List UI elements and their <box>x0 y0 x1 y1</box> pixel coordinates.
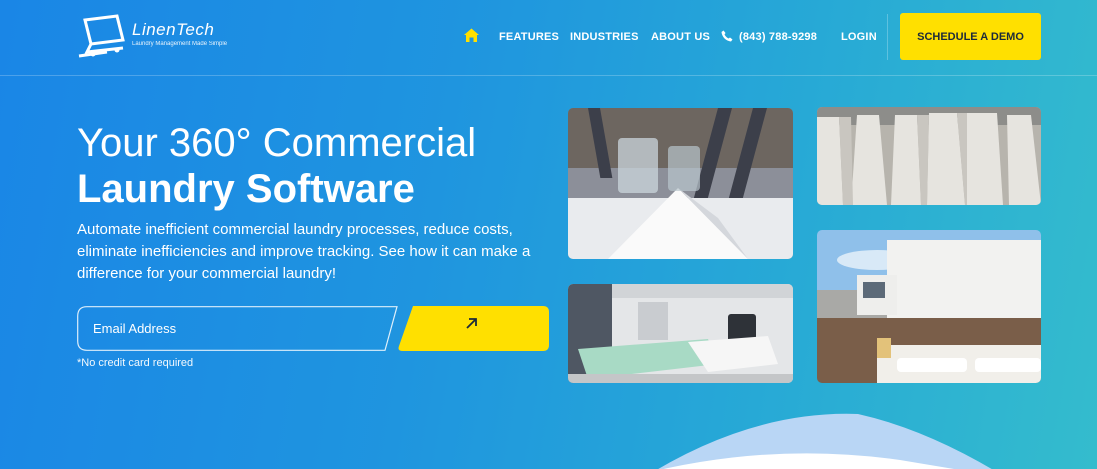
hanging-linens-image <box>817 107 1041 205</box>
logo[interactable]: LinenTech Laundry Management Made Simple <box>77 14 257 60</box>
schedule-demo-button[interactable]: SCHEDULE A DEMO <box>900 13 1041 60</box>
hero-title-line2: Laundry Software <box>77 167 415 211</box>
home-icon[interactable] <box>463 27 480 44</box>
no-credit-card-note: *No credit card required <box>77 357 194 369</box>
nav-login[interactable]: LOGIN <box>841 31 877 43</box>
hero-description: Automate inefficient commercial laundry … <box>77 221 531 282</box>
nav-about-us[interactable]: ABOUT US <box>651 31 710 43</box>
nav-industries[interactable]: INDUSTRIES <box>570 31 639 43</box>
email-placeholder: Email Address <box>93 321 177 336</box>
nav-divider <box>887 14 888 60</box>
submit-button[interactable] <box>397 306 549 351</box>
site-header: LinenTech Laundry Management Made Simple… <box>0 0 1097 76</box>
hospital-bed-image <box>568 284 793 383</box>
table-setting-image <box>568 108 793 259</box>
logo-tagline: Laundry Management Made Simple <box>132 41 228 47</box>
nav-phone[interactable]: (843) 788-9298 <box>739 31 817 43</box>
logo-text: LinenTech <box>132 20 215 39</box>
delivery-truck-and-hotel-bed-image <box>817 230 1041 383</box>
decorative-wave <box>658 413 992 469</box>
nav-features[interactable]: FEATURES <box>499 31 559 43</box>
hero-title-line1: Your 360° Commercial <box>77 121 477 165</box>
laundry-cart-icon <box>78 14 125 58</box>
phone-icon <box>721 30 733 42</box>
